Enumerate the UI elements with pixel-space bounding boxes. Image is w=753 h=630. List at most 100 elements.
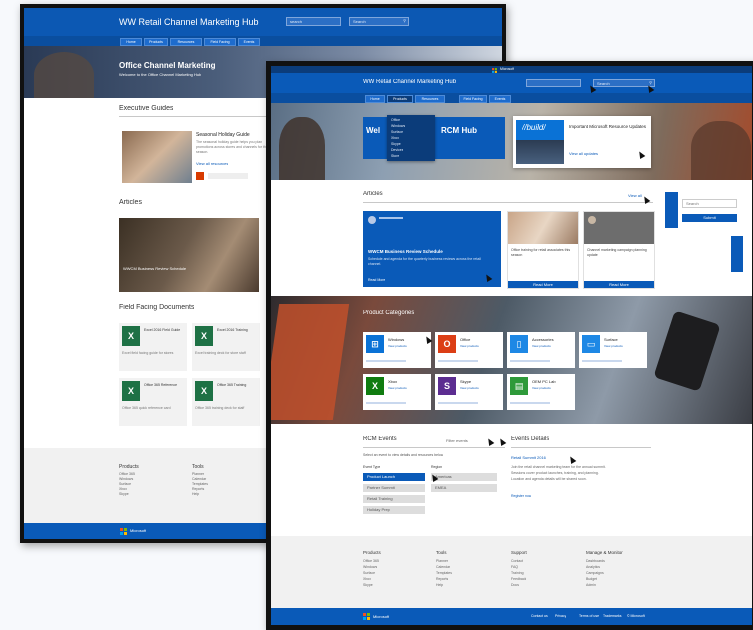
front-dropdown-item[interactable]: Surface	[391, 130, 403, 134]
front-product-tile[interactable]: ⊞ Windows View products	[363, 332, 431, 368]
front-footer-link[interactable]: Reports	[436, 577, 448, 581]
front-product-tile[interactable]: ▭ Surface View products	[579, 332, 647, 368]
front-article-card-2[interactable]: Office training for retail associates th…	[507, 211, 579, 289]
back-search-input-a[interactable]: search	[286, 17, 341, 26]
front-footer-link[interactable]: Docs	[511, 583, 519, 587]
front-nav-tab-events[interactable]: Events	[489, 95, 511, 103]
back-doc-subtitle: Excel field facing guide for stores	[122, 351, 174, 355]
front-featured-link[interactable]: Read More	[368, 278, 385, 282]
front-footer-link[interactable]: Office 365	[363, 559, 379, 563]
front-details-link[interactable]: Register now	[511, 494, 531, 498]
front-product-tile[interactable]: O Office View products	[435, 332, 503, 368]
front-footer-bottom-link[interactable]: Terms of use	[579, 614, 599, 618]
front-build-card[interactable]: //build/ Important Microsoft Resource Up…	[513, 116, 651, 168]
front-product-sub[interactable]: View products	[532, 386, 572, 390]
front-event-option[interactable]: Product Launch	[363, 473, 425, 481]
front-search-input-a[interactable]	[526, 79, 581, 87]
front-product-sub[interactable]: View products	[388, 386, 428, 390]
front-nav-tab-home[interactable]: Home	[365, 95, 385, 103]
back-doc-card[interactable]: X Office 365 Training Office 365 training …	[192, 378, 260, 426]
front-product-sub[interactable]: View products	[532, 344, 572, 348]
front-footer-bottom-link[interactable]: Trademarks	[603, 614, 622, 618]
front-card3-link[interactable]: Read More	[584, 281, 654, 288]
front-footer-link[interactable]: Xbox	[363, 577, 371, 581]
back-search-input-b[interactable]: Search ⚲	[349, 17, 409, 26]
front-footer-link[interactable]: Feedback	[511, 577, 526, 581]
front-footer-link[interactable]: Contact	[511, 559, 523, 563]
back-doc-card[interactable]: X Excel 2016 Field Guide Excel field facin…	[119, 323, 187, 371]
back-nav-tab-events[interactable]: Events	[238, 38, 260, 46]
back-nav-tab-products[interactable]: Products	[144, 38, 168, 46]
front-dropdown-item[interactable]: Store	[391, 154, 399, 158]
back-doc-subtitle: Excel training deck for store staff	[195, 351, 246, 355]
back-nav-tab-resources[interactable]: Resources	[170, 38, 202, 46]
search-icon[interactable]: ⚲	[403, 18, 406, 23]
front-featured-article[interactable]: WWCM Business Review Schedule Schedule a…	[363, 211, 501, 287]
front-dropdown-item[interactable]: Skype	[391, 142, 401, 146]
front-footer-link[interactable]: Templates	[436, 571, 452, 575]
front-events-col2-label: Region	[431, 465, 443, 469]
front-nav-bar: Home Products Resources Field Facing Eve…	[271, 93, 752, 103]
front-product-tile[interactable]: ▯ Accessories View products	[507, 332, 575, 368]
front-event-option[interactable]: Partner Summit	[363, 484, 425, 492]
front-nav-tab-field[interactable]: Field Facing	[459, 95, 487, 103]
front-dropdown-item[interactable]: Windows	[391, 124, 405, 128]
back-doc-title: Excel 2016 Field Guide	[144, 328, 181, 332]
back-article-image[interactable]: WWCM Business Review Schedule	[119, 218, 259, 292]
front-dropdown-item[interactable]: Office	[391, 118, 400, 122]
back-nav-tab-field[interactable]: Field Facing	[204, 38, 236, 46]
back-doc-card[interactable]: X Excel 2016 Training Excel training deck …	[192, 323, 260, 371]
front-footer-link[interactable]: Help	[436, 583, 443, 587]
back-doc-subtitle: Office 365 quick reference card	[122, 406, 171, 410]
cursor-icon	[567, 454, 577, 465]
front-side-submit-button[interactable]: Submit	[682, 214, 737, 222]
front-nav-tab-products[interactable]: Products	[387, 95, 413, 103]
front-footer-link[interactable]: Surface	[363, 571, 375, 575]
front-events-filter[interactable]: Filter events	[446, 438, 468, 443]
front-product-sub[interactable]: View products	[604, 344, 644, 348]
front-product-sub[interactable]: View products	[460, 344, 500, 348]
back-exec-card-link[interactable]: View all resources	[196, 161, 228, 166]
front-footer-link[interactable]: Campaigns	[586, 571, 604, 575]
front-footer-link[interactable]: Calendar	[436, 565, 450, 569]
front-details-event[interactable]: Retail Summit 2016	[511, 455, 546, 460]
front-side-tab-2[interactable]	[731, 236, 743, 272]
front-product-tile[interactable]: X Xbox View products	[363, 374, 431, 410]
front-footer-link[interactable]: Windows	[363, 565, 377, 569]
front-footer-link[interactable]: FAQ	[511, 565, 518, 569]
front-footer-link[interactable]: Analytics	[586, 565, 600, 569]
back-doc-card[interactable]: X Office 365 Reference Office 365 quick re…	[119, 378, 187, 426]
front-footer-link[interactable]: Training	[511, 571, 524, 575]
front-details-divider	[511, 447, 651, 448]
front-footer-bottom-link[interactable]: © Microsoft	[627, 614, 645, 618]
back-footer-link[interactable]: Help	[192, 492, 208, 497]
front-product-tile[interactable]: S Skype View products	[435, 374, 503, 410]
front-footer-bottom-link[interactable]: Privacy	[555, 614, 566, 618]
back-footer-link[interactable]: Skype	[119, 492, 135, 497]
back-nav-tab-home[interactable]: Home	[120, 38, 142, 46]
front-nav-tab-resources[interactable]: Resources	[415, 95, 445, 103]
front-event-option[interactable]: Holiday Prep	[363, 506, 425, 514]
front-region-option[interactable]: Americas	[431, 473, 497, 481]
front-build-link[interactable]: View all updates	[569, 151, 598, 156]
front-card2-link[interactable]: Read More	[508, 281, 578, 288]
front-dropdown-item[interactable]: Xbox	[391, 136, 399, 140]
cursor-icon	[497, 436, 507, 447]
front-side-search-input[interactable]: Search	[682, 199, 737, 208]
front-footer-bottom-link[interactable]: Contact us	[531, 614, 548, 618]
front-footer-link[interactable]: Admin	[586, 583, 596, 587]
back-divider	[119, 116, 269, 117]
front-product-sub[interactable]: View products	[460, 386, 500, 390]
front-dropdown-item[interactable]: Devices	[391, 148, 403, 152]
front-footer-link[interactable]: Budget	[586, 577, 597, 581]
front-footer-link[interactable]: Skype	[363, 583, 373, 587]
front-footer-link[interactable]: Dashboards	[586, 559, 605, 563]
front-product-sub[interactable]: View products	[388, 344, 428, 348]
front-region-option[interactable]: EMEA	[431, 484, 497, 492]
front-side-tab[interactable]	[665, 192, 678, 228]
front-article-card-3[interactable]: Channel marketing campaign planning upda…	[583, 211, 655, 289]
front-view-all-link[interactable]: View all	[628, 193, 642, 198]
front-event-option[interactable]: Retail Training	[363, 495, 425, 503]
front-footer-link[interactable]: Planner	[436, 559, 448, 563]
front-product-tile[interactable]: ▤ OEM PC Lab View products	[507, 374, 575, 410]
